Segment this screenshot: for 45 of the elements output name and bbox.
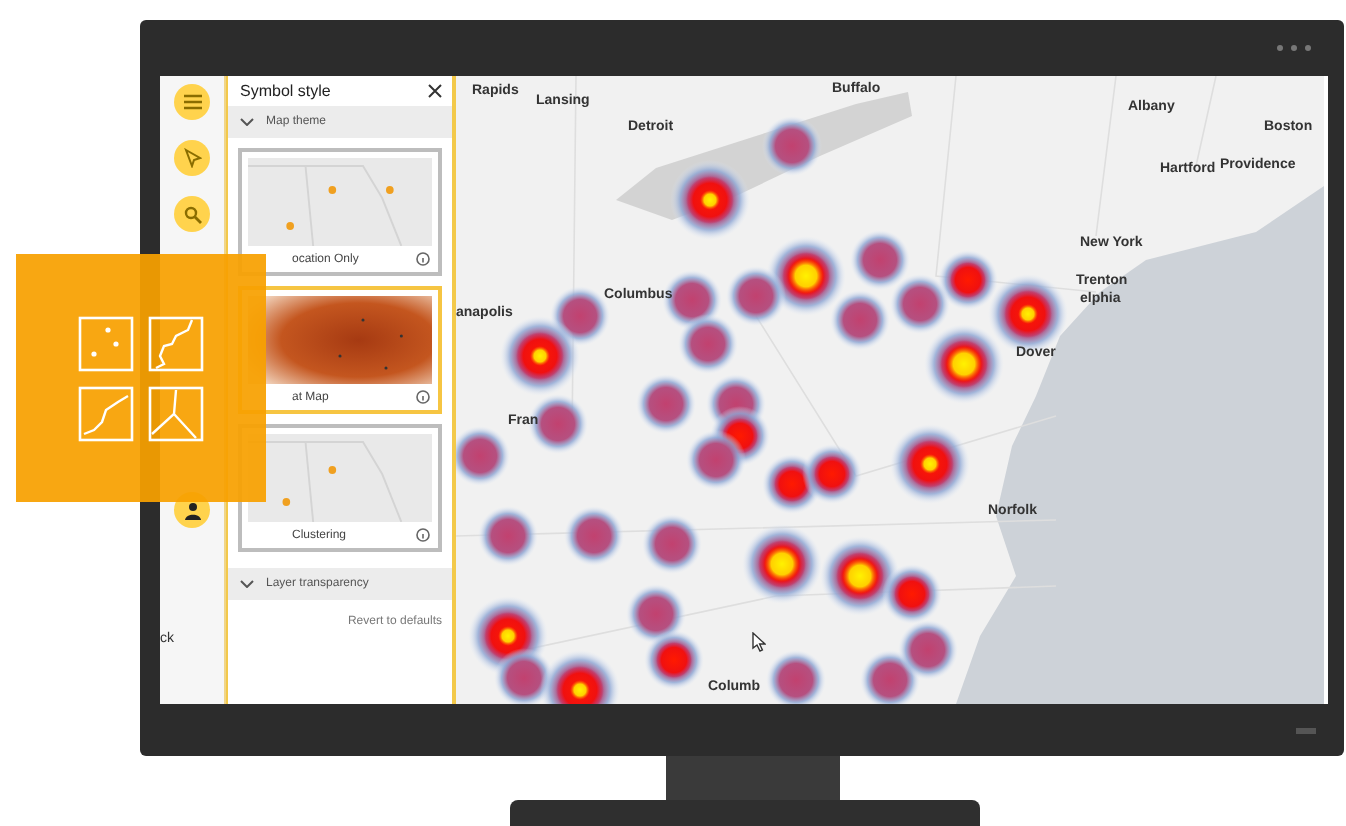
line-chart-icon: [78, 385, 134, 441]
heat-spot: [636, 374, 696, 434]
heat-spot: [988, 274, 1068, 354]
panel-title: Symbol style: [240, 82, 331, 100]
info-icon[interactable]: [416, 528, 430, 542]
scatter-points-icon: [78, 315, 134, 371]
heat-spot: [766, 650, 826, 704]
menu-icon: [183, 94, 201, 110]
window-dots-icon: [1276, 44, 1312, 52]
heat-spot: [494, 648, 554, 704]
heat-spot: [478, 506, 538, 566]
menu-button[interactable]: [174, 84, 210, 120]
heat-spot: [882, 564, 942, 624]
search-button[interactable]: [174, 196, 210, 232]
heat-spot: [456, 426, 510, 486]
heat-spot: [564, 506, 624, 566]
person-icon: [183, 501, 201, 519]
info-icon[interactable]: [416, 252, 430, 266]
power-indicator: [1296, 727, 1316, 733]
heat-spot: [686, 430, 746, 490]
heat-spot: [500, 316, 580, 396]
heat-spot: [898, 620, 958, 680]
heat-spot: [850, 230, 910, 290]
heat-spot: [726, 266, 786, 326]
heat-spot: [802, 444, 862, 504]
split-region-icon: [148, 385, 204, 441]
heat-spot: [924, 324, 1004, 404]
heat-spot: [678, 314, 738, 374]
heat-spot: [890, 424, 970, 504]
close-icon[interactable]: [428, 84, 442, 98]
heat-spot: [626, 584, 686, 644]
map-region-icon: [148, 315, 204, 371]
heat-spot: [742, 524, 822, 604]
pointer-icon: [752, 632, 766, 652]
heat-spot: [762, 116, 822, 176]
info-icon[interactable]: [416, 390, 430, 404]
search-icon: [183, 205, 201, 223]
heat-spot: [890, 274, 950, 334]
heat-spot: [670, 160, 750, 240]
heat-spot: [860, 650, 920, 704]
heat-spot: [644, 630, 704, 690]
cursor-icon: [183, 148, 201, 168]
cursor-button[interactable]: [174, 140, 210, 176]
heat-spot: [642, 514, 702, 574]
heat-spot: [830, 290, 890, 350]
